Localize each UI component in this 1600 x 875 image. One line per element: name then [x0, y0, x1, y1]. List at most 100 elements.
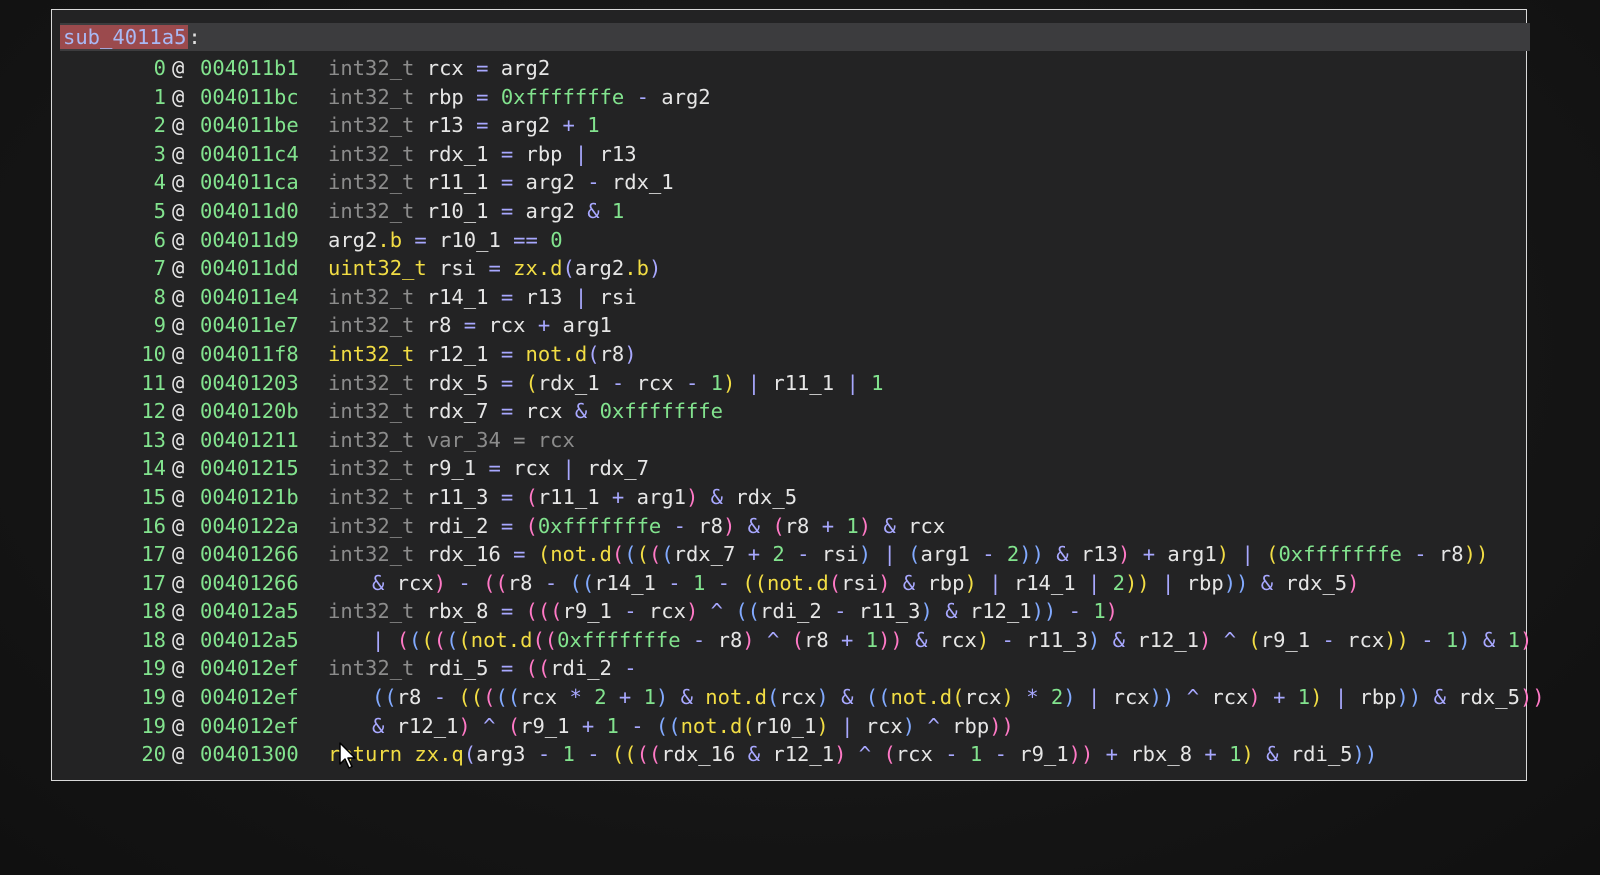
code-token[interactable]: & [945, 599, 957, 623]
code-token[interactable]: ( [742, 714, 754, 738]
code-token[interactable]: int32_t [328, 656, 414, 680]
code-token[interactable]: ) [649, 256, 661, 280]
code-token[interactable] [1100, 628, 1112, 652]
code-token[interactable]: rcx [1335, 628, 1384, 652]
code-token[interactable]: 0 [550, 228, 562, 252]
code-token[interactable]: (( [532, 628, 557, 652]
code-token[interactable] [903, 628, 915, 652]
code-token[interactable]: 0xfffffffe [557, 628, 680, 652]
instruction-address[interactable]: 0040121b [200, 483, 299, 512]
instruction-code[interactable]: int32_t rdx_5 = (rdx_1 - rcx - 1) | r11_… [328, 369, 883, 398]
instruction-address[interactable]: 004012a5 [200, 626, 299, 655]
code-token[interactable]: rbp [1347, 685, 1396, 709]
code-token[interactable]: ( [908, 542, 920, 566]
code-token[interactable]: rbp [915, 571, 964, 595]
code-token[interactable]: ((( [526, 599, 563, 623]
instruction-code[interactable]: & r12_1) ^ (r9_1 + 1 - ((not.d(r10_1) | … [372, 712, 1014, 741]
code-token[interactable]: )) [1384, 628, 1409, 652]
code-token[interactable]: r12_1 [414, 342, 500, 366]
code-token[interactable]: ) [1088, 628, 1100, 652]
code-token[interactable]: r12_1 [958, 599, 1032, 623]
instruction-row[interactable]: 15 @0040121b int32_t r11_3 = (r11_1 + arg1… [52, 483, 1528, 512]
code-token[interactable] [446, 571, 458, 595]
code-token[interactable]: rcx [1100, 685, 1150, 709]
code-token[interactable] [1044, 542, 1056, 566]
code-token[interactable]: = [501, 285, 513, 309]
code-token[interactable]: (( [612, 742, 637, 766]
code-token[interactable]: )) [878, 628, 903, 652]
code-token[interactable] [1100, 571, 1112, 595]
code-token[interactable]: | [1241, 542, 1253, 566]
code-token[interactable]: & [711, 485, 723, 509]
code-token[interactable]: - [797, 542, 809, 566]
code-token[interactable]: zx.d [513, 256, 562, 280]
code-token[interactable]: ) [834, 742, 846, 766]
code-token[interactable]: (( [483, 571, 508, 595]
code-token[interactable]: rbx_8 [414, 599, 500, 623]
code-token[interactable]: - [434, 685, 446, 709]
code-token[interactable] [384, 628, 396, 652]
code-token[interactable] [1056, 599, 1068, 623]
code-token[interactable] [513, 371, 525, 395]
code-token[interactable]: r8 [508, 571, 545, 595]
code-token[interactable]: & [883, 514, 895, 538]
code-token[interactable]: r10_1 [755, 714, 817, 738]
code-token[interactable] [471, 571, 483, 595]
instruction-row[interactable]: 2 @004011be int32_t r13 = arg2 + 1 [52, 111, 1528, 140]
code-token[interactable]: rdx_7 [674, 542, 748, 566]
code-token[interactable]: ( [538, 542, 550, 566]
code-token[interactable]: == [513, 228, 538, 252]
code-token[interactable] [1081, 599, 1093, 623]
code-token[interactable]: rsi [809, 542, 859, 566]
code-token[interactable]: ( [772, 514, 784, 538]
code-token[interactable]: 1 [563, 742, 575, 766]
code-token[interactable]: ^ [767, 628, 779, 652]
code-token[interactable]: ( [612, 542, 624, 566]
code-token[interactable] [1248, 571, 1260, 595]
instruction-address[interactable]: 004011b1 [200, 54, 299, 83]
code-token[interactable]: ) [1458, 628, 1470, 652]
code-token[interactable]: 1 [846, 514, 858, 538]
code-token[interactable]: rcx [965, 685, 1002, 709]
code-token[interactable]: arg1 [921, 542, 983, 566]
code-token[interactable] [1174, 685, 1186, 709]
code-token[interactable]: r13 [1069, 542, 1118, 566]
code-token[interactable]: & [681, 685, 693, 709]
code-token[interactable]: not.d [767, 571, 829, 595]
code-token[interactable]: ) [878, 571, 890, 595]
code-token[interactable]: (( [735, 599, 760, 623]
code-token[interactable]: + [1204, 742, 1216, 766]
code-token[interactable]: ( [829, 571, 841, 595]
code-token[interactable]: rcx [637, 599, 686, 623]
code-token[interactable] [846, 742, 858, 766]
code-token[interactable]: 2 [772, 542, 784, 566]
code-token[interactable]: + [612, 485, 624, 509]
instruction-row[interactable]: 12 @0040120b int32_t rdx_7 = rcx & 0xfffff… [52, 397, 1528, 426]
code-token[interactable]: 1 [970, 742, 982, 766]
instruction-address[interactable]: 0040122a [200, 512, 299, 541]
code-token[interactable]: r8 [705, 628, 743, 652]
code-token[interactable]: 1 [1093, 599, 1105, 623]
code-token[interactable]: rcx [624, 371, 686, 395]
code-token[interactable]: = [513, 542, 525, 566]
code-token[interactable]: ( [508, 714, 520, 738]
code-token[interactable] [1014, 685, 1026, 709]
code-token[interactable]: )) [1032, 599, 1057, 623]
code-token[interactable]: rdx_7 [414, 399, 500, 423]
code-token[interactable]: ( [649, 542, 661, 566]
code-token[interactable]: int32_t [328, 599, 414, 623]
code-token[interactable]: 1 [644, 685, 656, 709]
code-token[interactable]: ( [767, 685, 779, 709]
code-token[interactable]: ( [587, 342, 599, 366]
instruction-code[interactable]: int32_t r13 = arg2 + 1 [328, 111, 600, 140]
code-token[interactable] [668, 685, 680, 709]
code-token[interactable]: arg2 [488, 113, 562, 137]
code-token[interactable]: ( [637, 542, 649, 566]
code-token[interactable]: )) [1397, 685, 1422, 709]
code-token[interactable]: ) [1002, 685, 1014, 709]
code-token[interactable]: arg1 [1155, 542, 1216, 566]
code-token[interactable]: rcx [501, 456, 563, 480]
instruction-code[interactable]: int32_t rdi_2 = (0xfffffffe - r8) & (r8 … [328, 512, 945, 541]
code-token[interactable] [501, 256, 513, 280]
code-token[interactable] [989, 628, 1001, 652]
